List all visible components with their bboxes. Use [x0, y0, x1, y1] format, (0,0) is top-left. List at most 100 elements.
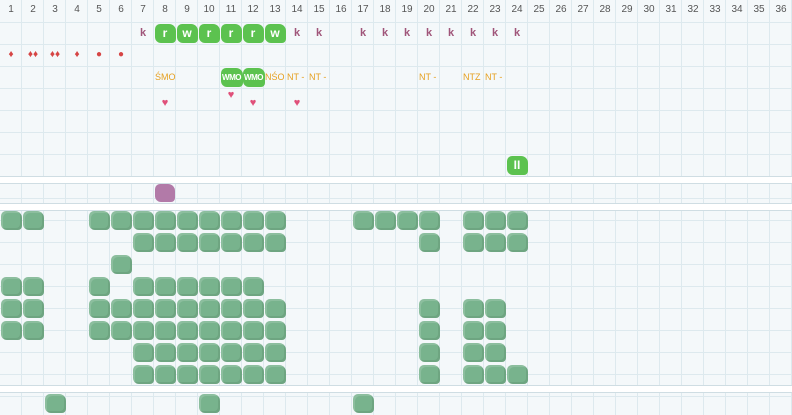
purple-marker[interactable] [154, 184, 175, 202]
green-marker[interactable] [88, 211, 110, 230]
green-marker[interactable] [176, 321, 198, 340]
green-marker[interactable] [242, 321, 264, 340]
green-marker[interactable] [176, 277, 198, 296]
green-marker[interactable] [154, 299, 176, 318]
green-marker[interactable] [22, 277, 44, 296]
green-marker[interactable] [220, 299, 242, 318]
green-marker[interactable] [0, 299, 22, 318]
green-marker[interactable] [154, 211, 176, 230]
k-marker[interactable]: k [462, 22, 484, 44]
green-marker[interactable] [264, 321, 286, 340]
green-marker[interactable] [220, 233, 242, 252]
green-marker[interactable] [484, 233, 506, 252]
green-marker[interactable] [0, 321, 22, 340]
green-marker[interactable] [110, 321, 132, 340]
green-marker[interactable] [264, 343, 286, 362]
green-marker[interactable] [176, 299, 198, 318]
k-marker[interactable]: k [308, 22, 330, 44]
green-marker[interactable] [132, 277, 154, 296]
green-marker[interactable] [264, 211, 286, 230]
green-marker[interactable] [462, 211, 484, 230]
green-marker[interactable] [0, 277, 22, 296]
green-marker[interactable] [154, 277, 176, 296]
activity-marker[interactable]: r [242, 24, 264, 43]
k-marker[interactable]: k [396, 22, 418, 44]
green-marker[interactable] [484, 299, 506, 318]
green-marker[interactable] [220, 343, 242, 362]
green-marker[interactable] [462, 343, 484, 362]
green-marker[interactable] [22, 211, 44, 230]
green-marker[interactable] [198, 365, 220, 384]
green-marker[interactable] [110, 299, 132, 318]
green-marker[interactable] [242, 343, 264, 362]
green-marker[interactable] [484, 321, 506, 340]
green-marker[interactable] [352, 394, 374, 413]
green-marker[interactable] [462, 365, 484, 384]
green-marker[interactable] [418, 233, 440, 252]
green-marker[interactable] [132, 321, 154, 340]
green-marker[interactable] [198, 211, 220, 230]
green-marker[interactable] [484, 343, 506, 362]
green-marker[interactable] [242, 233, 264, 252]
green-marker[interactable] [418, 211, 440, 230]
activity-marker[interactable]: r [154, 24, 176, 43]
green-marker[interactable] [418, 299, 440, 318]
green-marker[interactable] [198, 321, 220, 340]
green-marker[interactable] [484, 365, 506, 384]
k-marker[interactable]: k [440, 22, 462, 44]
green-marker[interactable] [264, 299, 286, 318]
green-marker[interactable] [220, 211, 242, 230]
green-marker[interactable] [264, 365, 286, 384]
green-marker[interactable] [22, 299, 44, 318]
green-marker[interactable] [220, 277, 242, 296]
green-marker[interactable] [462, 233, 484, 252]
green-marker[interactable] [154, 343, 176, 362]
activity-marker[interactable]: w [176, 24, 198, 43]
green-marker[interactable] [198, 343, 220, 362]
green-marker[interactable] [418, 365, 440, 384]
green-marker[interactable] [132, 233, 154, 252]
green-marker[interactable] [242, 277, 264, 296]
green-marker[interactable] [220, 321, 242, 340]
green-marker[interactable] [264, 233, 286, 252]
green-marker[interactable] [506, 211, 528, 230]
k-marker[interactable]: k [418, 22, 440, 44]
green-marker[interactable] [374, 211, 396, 230]
k-marker[interactable]: k [484, 22, 506, 44]
green-marker[interactable] [198, 277, 220, 296]
ii-marker[interactable]: II [506, 156, 528, 175]
green-marker[interactable] [506, 365, 528, 384]
green-marker[interactable] [132, 299, 154, 318]
green-marker[interactable] [154, 321, 176, 340]
green-marker[interactable] [154, 233, 176, 252]
green-marker[interactable] [132, 365, 154, 384]
green-marker[interactable] [176, 233, 198, 252]
green-marker[interactable] [242, 299, 264, 318]
activity-marker[interactable]: r [198, 24, 220, 43]
green-marker[interactable] [418, 321, 440, 340]
green-marker[interactable] [44, 394, 66, 413]
green-marker[interactable] [0, 211, 22, 230]
green-marker[interactable] [110, 255, 132, 274]
activity-marker[interactable]: r [220, 24, 242, 43]
green-marker[interactable] [22, 321, 44, 340]
green-marker[interactable] [220, 365, 242, 384]
green-marker[interactable] [88, 277, 110, 296]
green-marker[interactable] [132, 211, 154, 230]
green-marker[interactable] [484, 211, 506, 230]
k-marker[interactable]: k [506, 22, 528, 44]
green-marker[interactable] [242, 365, 264, 384]
green-marker[interactable] [176, 365, 198, 384]
green-marker[interactable] [88, 321, 110, 340]
green-marker[interactable] [506, 233, 528, 252]
green-marker[interactable] [198, 233, 220, 252]
k-marker[interactable]: k [374, 22, 396, 44]
green-marker[interactable] [176, 343, 198, 362]
green-marker[interactable] [352, 211, 374, 230]
green-marker[interactable] [242, 211, 264, 230]
green-marker[interactable] [462, 299, 484, 318]
green-marker[interactable] [88, 299, 110, 318]
code-marker[interactable]: WMO [242, 68, 265, 87]
k-marker[interactable]: k [286, 22, 308, 44]
green-marker[interactable] [198, 394, 220, 413]
